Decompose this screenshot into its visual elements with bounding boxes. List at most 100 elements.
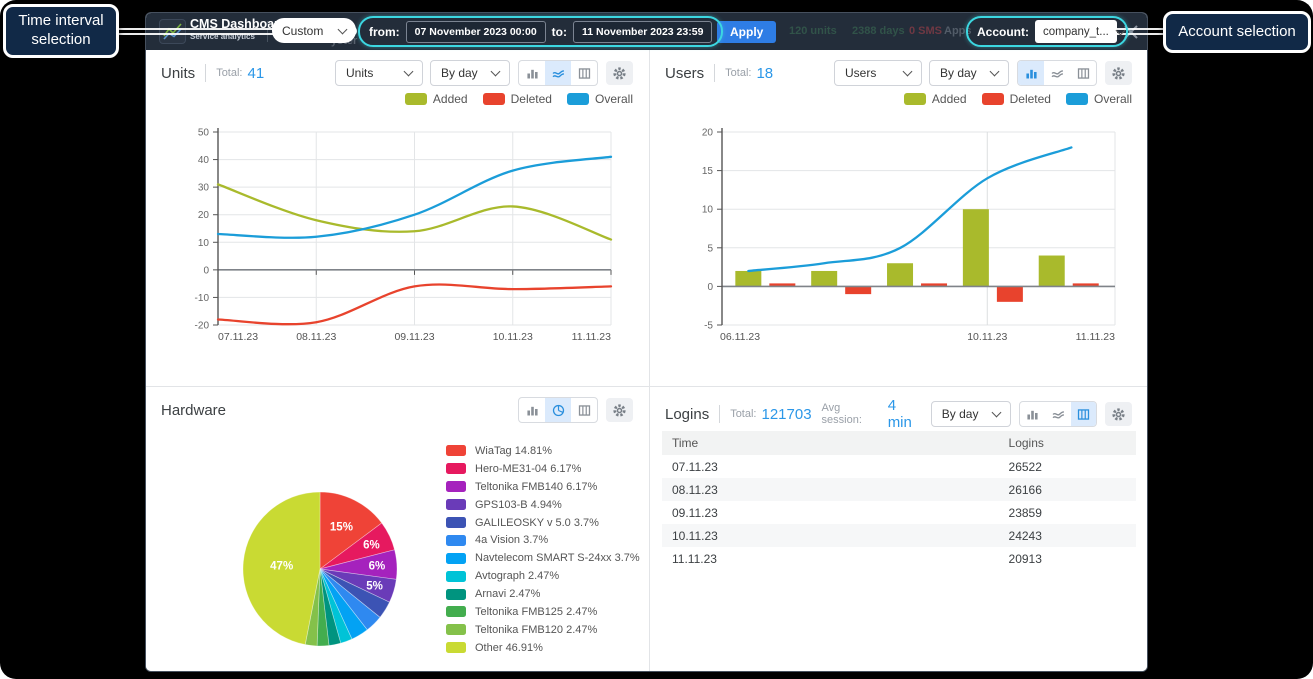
svg-text:15: 15 xyxy=(702,166,714,177)
stream-chart-icon[interactable] xyxy=(1044,61,1070,85)
svg-text:-5: -5 xyxy=(704,321,713,332)
chevron-down-icon xyxy=(338,24,348,34)
time-interval-callout: Time interval selection xyxy=(3,4,119,58)
account-select-value: company_t... xyxy=(1043,26,1109,38)
table-chart-icon[interactable] xyxy=(1071,402,1097,426)
pie-chart-icon[interactable] xyxy=(545,398,571,422)
interval-select[interactable]: Custom xyxy=(272,18,356,43)
apply-button[interactable]: Apply xyxy=(717,21,776,43)
legend-swatch xyxy=(483,93,505,105)
by-day-select[interactable]: By day xyxy=(430,60,510,86)
svg-text:50: 50 xyxy=(198,128,210,139)
chart-view-switcher xyxy=(1019,401,1098,427)
chevron-down-icon xyxy=(1115,25,1125,35)
legend-swatch xyxy=(446,642,466,653)
logins-panel: Logins Total: 121703 Avg session: 4 min … xyxy=(650,387,1148,673)
pie-legend-item: Arnavi 2.47% xyxy=(446,585,640,603)
svg-text:06.11.23: 06.11.23 xyxy=(720,331,760,343)
stream-chart-icon[interactable] xyxy=(545,61,571,85)
settings-gear-icon[interactable] xyxy=(1105,61,1132,85)
users-select[interactable]: Users xyxy=(834,60,922,86)
pie-legend-item: GALILEOSKY v 5.0 3.7% xyxy=(446,514,640,532)
svg-text:11.11.23: 11.11.23 xyxy=(572,331,611,343)
to-date-field[interactable]: 11 November 2023 23:59 xyxy=(573,21,712,43)
svg-text:6%: 6% xyxy=(369,561,386,573)
units-panel-title: Units xyxy=(161,65,195,82)
logins-total-value: 121703 xyxy=(761,406,811,423)
series-legend: Added Deleted Overall xyxy=(904,92,1132,106)
account-selection-callout: Account selection xyxy=(1163,11,1311,53)
legend-swatch xyxy=(446,463,466,474)
account-label: Account: xyxy=(977,25,1029,39)
svg-text:10.11.23: 10.11.23 xyxy=(967,331,1007,343)
legend-swatch xyxy=(446,517,466,528)
pie-legend-item: Other 46.91% xyxy=(446,639,640,657)
bar-chart-icon[interactable] xyxy=(519,398,545,422)
legend-item: Overall xyxy=(567,92,633,106)
pie-legend-item: WiaTag 14.81% xyxy=(446,442,640,460)
pie-legend-item: 4a Vision 3.7% xyxy=(446,531,640,549)
stream-chart-icon[interactable] xyxy=(1045,402,1071,426)
legend-item: Added xyxy=(405,92,468,106)
dimmed-stat: 0 SMS xyxy=(909,25,942,37)
settings-gear-icon[interactable] xyxy=(606,61,633,85)
units-select[interactable]: Units xyxy=(335,60,423,86)
legend-item: Overall xyxy=(1066,92,1132,106)
settings-gear-icon[interactable] xyxy=(1105,402,1132,426)
bar-chart-icon[interactable] xyxy=(1018,61,1044,85)
screenshot-canvas: CMS Dashboard Service analytics yster Cu… xyxy=(0,0,1313,679)
pie-legend-item: Teltonika FMB140 6.17% xyxy=(446,478,640,496)
by-day-select[interactable]: By day xyxy=(931,401,1011,427)
pie-legend-item: GPS103-B 4.94% xyxy=(446,496,640,514)
svg-text:0: 0 xyxy=(707,282,713,293)
units-panel: Units Total: 41 UnitsBy day AddedDeleted… xyxy=(146,50,649,386)
chart-view-switcher xyxy=(518,397,598,423)
table-chart-icon[interactable] xyxy=(571,61,597,85)
svg-text:11.11.23: 11.11.23 xyxy=(1076,331,1115,343)
pie-legend-item: Teltonika FMB125 2.47% xyxy=(446,603,640,621)
legend-swatch xyxy=(446,624,466,635)
pie-legend-item: Navtelecom SMART S-24xx 3.7% xyxy=(446,549,640,567)
logins-col-header: Logins xyxy=(999,431,1136,455)
series-legend: AddedDeletedOverall xyxy=(405,92,633,106)
avg-session-value: 4 min xyxy=(888,397,924,431)
svg-text:40: 40 xyxy=(198,155,210,166)
avg-session-label: Avg session: xyxy=(822,402,883,426)
svg-text:-20: -20 xyxy=(195,321,210,332)
settings-gear-icon[interactable] xyxy=(606,398,633,422)
users-panel-title: Users xyxy=(665,65,704,82)
from-date-field[interactable]: 07 November 2023 00:00 xyxy=(406,21,546,43)
svg-text:5: 5 xyxy=(707,243,713,254)
table-chart-icon[interactable] xyxy=(1070,61,1096,85)
chevron-down-icon xyxy=(991,408,1001,418)
chevron-down-icon xyxy=(491,67,501,77)
chart-view-switcher xyxy=(518,60,598,86)
by-day-select[interactable]: By day xyxy=(929,60,1009,86)
bar-chart-icon[interactable] xyxy=(1020,402,1046,426)
users-total-value: 18 xyxy=(756,65,773,82)
table-chart-icon[interactable] xyxy=(571,398,597,422)
legend-swatch xyxy=(405,93,427,105)
legend-swatch xyxy=(446,535,466,546)
table-row: 09.11.2323859 xyxy=(662,501,1136,524)
total-label: Total: xyxy=(216,67,242,79)
svg-text:09.11.23: 09.11.23 xyxy=(394,331,434,343)
to-label: to: xyxy=(552,25,567,39)
svg-text:20: 20 xyxy=(198,210,210,221)
dashboard-content: Units Total: 41 UnitsBy day AddedDeleted… xyxy=(146,50,1147,671)
total-label: Total: xyxy=(730,408,756,420)
hardware-pie-legend: WiaTag 14.81%Hero-ME31-04 6.17%Teltonika… xyxy=(446,442,640,657)
legend-item: Deleted xyxy=(982,92,1051,106)
table-row: 07.11.2326522 xyxy=(662,455,1136,478)
users-bar-chart: -50510152006.11.2310.11.2311.11.23 xyxy=(660,120,1142,360)
table-row: 10.11.2324243 xyxy=(662,524,1136,547)
interval-select-value: Custom xyxy=(282,24,323,38)
account-select[interactable]: company_t... xyxy=(1035,20,1117,43)
legend-item: Added xyxy=(904,92,967,106)
dimmed-stat: 120 units xyxy=(789,25,837,37)
table-row: 08.11.2326166 xyxy=(662,478,1136,501)
top-bar: CMS Dashboard Service analytics yster Cu… xyxy=(146,13,1147,50)
svg-text:15%: 15% xyxy=(330,521,353,533)
bar-chart-icon[interactable] xyxy=(519,61,545,85)
dimmed-stat: 2388 days xyxy=(852,25,905,37)
